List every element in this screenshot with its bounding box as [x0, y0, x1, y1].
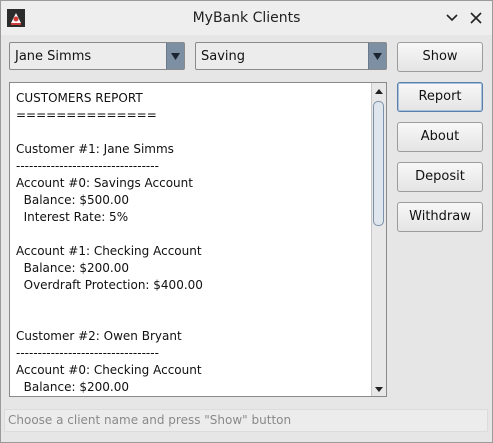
minimize-icon[interactable] [444, 10, 460, 26]
report-button[interactable]: Report [397, 82, 483, 112]
report-text-area[interactable]: CUSTOMERS REPORT ============== Customer… [9, 82, 387, 397]
client-name-value: Jane Simms [15, 49, 92, 64]
deposit-button[interactable]: Deposit [397, 162, 483, 192]
scroll-up-icon[interactable] [372, 84, 386, 98]
scrollbar-thumb[interactable] [373, 101, 384, 226]
about-button[interactable]: About [397, 122, 483, 152]
account-type-select[interactable]: Saving [195, 42, 387, 70]
scroll-down-icon[interactable] [372, 381, 386, 395]
withdraw-button[interactable]: Withdraw [397, 202, 483, 232]
account-type-value: Saving [201, 49, 246, 64]
status-placeholder: Choose a client name and press "Show" bu… [8, 413, 292, 427]
client-name-select[interactable]: Jane Simms [9, 42, 185, 70]
chevron-down-icon[interactable] [368, 43, 386, 69]
window-title: MyBank Clients [192, 10, 301, 26]
mybank-window: MyBank Clients Jane Simms Saving Show Re… [0, 0, 493, 443]
status-field[interactable]: Choose a client name and press "Show" bu… [4, 409, 488, 432]
vertical-scrollbar[interactable] [371, 83, 386, 396]
show-button[interactable]: Show [397, 42, 483, 72]
chevron-down-icon[interactable] [166, 43, 184, 69]
report-text: CUSTOMERS REPORT ============== Customer… [16, 91, 203, 394]
title-bar[interactable]: MyBank Clients [1, 1, 492, 35]
close-icon[interactable] [468, 10, 484, 26]
